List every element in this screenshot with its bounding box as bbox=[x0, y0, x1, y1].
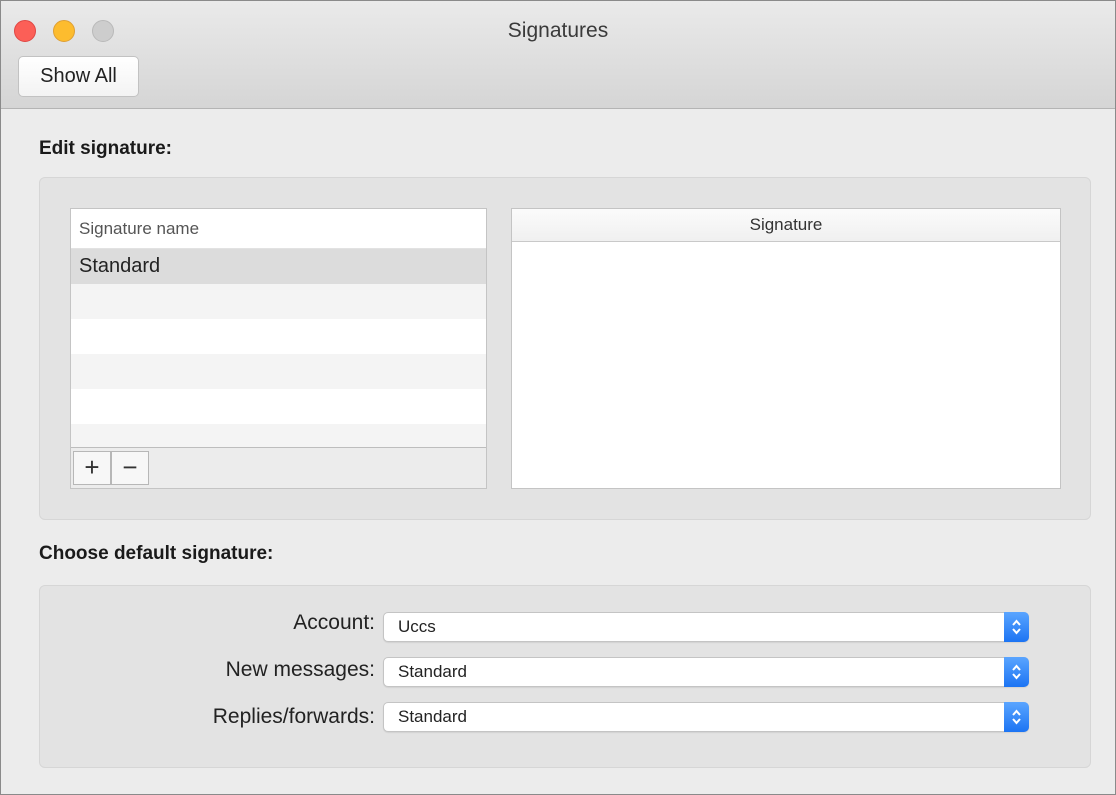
account-select[interactable]: Uccs bbox=[383, 612, 1029, 642]
empty-row bbox=[71, 354, 486, 389]
signature-list-item[interactable]: Standard bbox=[71, 249, 486, 284]
signature-editor[interactable]: Signature bbox=[511, 208, 1061, 489]
empty-row bbox=[71, 284, 486, 319]
empty-row bbox=[71, 389, 486, 424]
updown-arrows-icon bbox=[1004, 702, 1029, 732]
edit-signature-heading: Edit signature: bbox=[39, 138, 173, 159]
signatures-window: Signatures Show All Edit signature: Sign… bbox=[0, 0, 1116, 795]
add-signature-button[interactable]: + bbox=[73, 451, 111, 485]
signature-name-header: Signature name bbox=[71, 209, 486, 249]
signature-pane-header: Signature bbox=[512, 209, 1060, 242]
signature-name-list: Signature name Standard + − bbox=[70, 208, 487, 489]
updown-arrows-icon bbox=[1004, 657, 1029, 687]
updown-arrows-icon bbox=[1004, 612, 1029, 642]
window-title: Signatures bbox=[507, 19, 609, 42]
remove-signature-button[interactable]: − bbox=[111, 451, 149, 485]
account-label: Account: bbox=[293, 611, 375, 634]
show-all-button[interactable]: Show All bbox=[18, 56, 139, 97]
title-bar: Signatures Show All bbox=[1, 1, 1115, 109]
list-footer: + − bbox=[71, 447, 486, 488]
replies-forwards-value: Standard bbox=[398, 707, 467, 726]
default-signature-heading: Choose default signature: bbox=[39, 543, 274, 564]
replies-forwards-select[interactable]: Standard bbox=[383, 702, 1029, 732]
empty-row bbox=[71, 319, 486, 354]
new-messages-value: Standard bbox=[398, 662, 467, 681]
account-value: Uccs bbox=[398, 617, 436, 636]
new-messages-select[interactable]: Standard bbox=[383, 657, 1029, 687]
replies-forwards-label: Replies/forwards: bbox=[212, 705, 375, 728]
new-messages-label: New messages: bbox=[225, 658, 375, 681]
